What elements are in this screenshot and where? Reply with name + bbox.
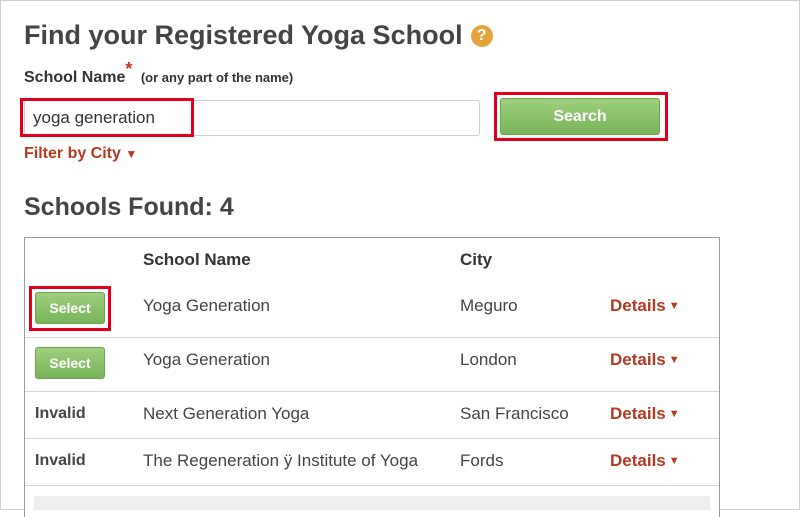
status-invalid: Invalid — [35, 452, 86, 469]
row-divider — [25, 438, 719, 439]
results-table — [24, 237, 720, 517]
table-footer — [34, 496, 710, 510]
caret-down-icon: ▼ — [668, 455, 680, 467]
school-name-cell: The Regeneration ÿ Institute of Yoga — [143, 451, 419, 470]
caret-down-icon: ▼ — [668, 354, 680, 366]
select-button[interactable]: Select — [35, 292, 105, 324]
select-button[interactable]: Select — [35, 347, 105, 379]
school-name-cell: Next Generation Yoga — [143, 404, 310, 423]
row-divider — [25, 391, 719, 392]
city-cell: Meguro — [460, 296, 518, 315]
filter-by-city-text: Filter by City — [24, 145, 121, 162]
row-divider — [25, 337, 719, 338]
caret-down-icon: ▼ — [668, 300, 680, 312]
school-name-cell: Yoga Generation — [143, 350, 270, 369]
status-invalid: Invalid — [35, 405, 86, 422]
city-cell: Fords — [460, 451, 504, 470]
school-name-hint: (or any part of the name) — [140, 70, 294, 85]
row-divider — [25, 485, 719, 486]
search-button[interactable]: Search — [500, 98, 660, 135]
help-icon[interactable]: ? — [470, 24, 493, 47]
school-name-cell: Yoga Generation — [143, 296, 270, 315]
details-link-text: Details — [610, 350, 666, 369]
details-link[interactable]: Details ▼ — [610, 350, 680, 370]
school-name-input[interactable] — [24, 100, 480, 136]
filter-by-city-link[interactable]: Filter by City ▼ — [24, 145, 137, 163]
required-asterisk: * — [125, 59, 133, 79]
details-link[interactable]: Details ▼ — [610, 296, 680, 316]
schools-found-title: Schools Found: 4 — [24, 193, 234, 221]
page-title-text: Find your Registered Yoga School — [24, 20, 463, 50]
details-link[interactable]: Details ▼ — [610, 451, 680, 471]
details-link[interactable]: Details ▼ — [610, 404, 680, 424]
school-name-label: School Name* (or any part of the name) — [24, 59, 294, 87]
city-cell: London — [460, 350, 517, 369]
details-link-text: Details — [610, 296, 666, 315]
details-link-text: Details — [610, 404, 666, 423]
column-header-school-name: School Name — [143, 250, 251, 269]
page-title: Find your Registered Yoga School ? — [24, 20, 493, 51]
column-header-city: City — [460, 250, 493, 269]
caret-down-icon: ▼ — [668, 408, 680, 420]
city-cell: San Francisco — [460, 404, 569, 423]
school-name-label-text: School Name — [24, 69, 126, 86]
details-link-text: Details — [610, 451, 666, 470]
chevron-down-icon: ▼ — [125, 147, 138, 161]
